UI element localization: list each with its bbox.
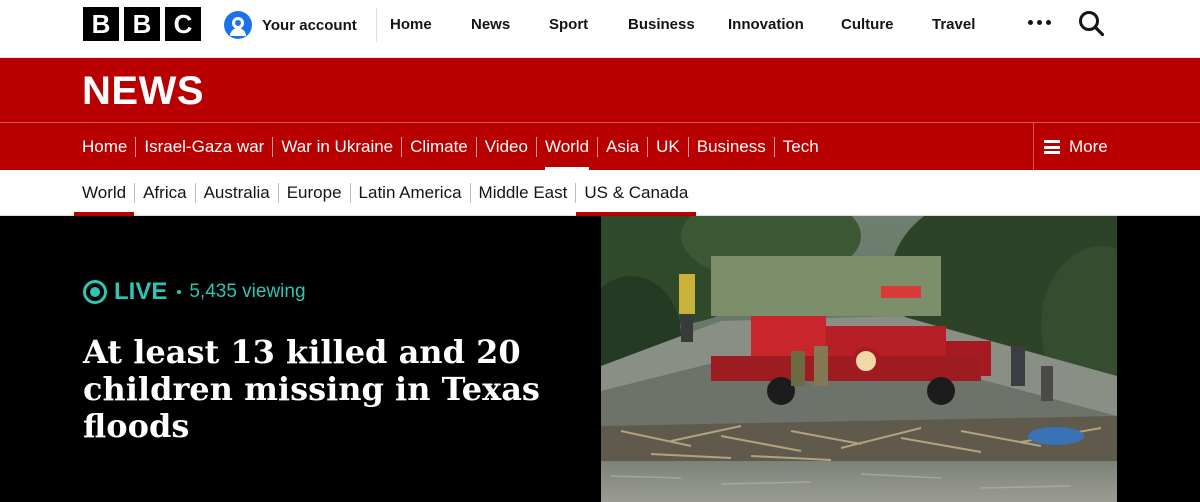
nav-item-israel-gaza-war[interactable]: Israel-Gaza war xyxy=(144,123,264,171)
topnav-label: Innovation xyxy=(728,15,804,33)
topnav-label: Business xyxy=(628,15,695,33)
live-indicator: LIVE 5,435 viewing xyxy=(83,278,306,306)
topnav-label: News xyxy=(471,15,511,33)
hero-image[interactable] xyxy=(601,216,1117,502)
nav-item-asia[interactable]: Asia xyxy=(606,123,639,171)
nav-divider xyxy=(469,183,471,203)
subnav-item-us-canada[interactable]: US & Canada xyxy=(576,170,697,216)
nav-item-climate[interactable]: Climate xyxy=(410,123,468,171)
separator-dot xyxy=(177,290,182,294)
live-icon xyxy=(83,280,107,304)
flood-scene-image xyxy=(601,216,1117,502)
news-title[interactable]: NEWS xyxy=(82,71,204,111)
topnav-sport[interactable]: Sport xyxy=(549,0,588,48)
news-nav: Home Israel-Gaza war War in Ukraine Clim… xyxy=(0,122,1200,171)
nav-item-business[interactable]: Business xyxy=(697,123,766,171)
topnav-label: Travel xyxy=(932,15,976,33)
topnav-label: Home xyxy=(390,15,432,33)
nav-divider xyxy=(535,137,537,157)
topnav-label: Sport xyxy=(549,15,589,33)
topnav-innovation[interactable]: Innovation xyxy=(728,0,804,48)
more-menu-icon[interactable] xyxy=(1028,20,1051,25)
nav-item-home[interactable]: Home xyxy=(82,123,127,171)
nav-divider xyxy=(475,137,477,157)
nav-divider xyxy=(349,183,351,203)
topnav-travel[interactable]: Travel xyxy=(932,0,975,48)
topnav-business[interactable]: Business xyxy=(628,0,695,48)
account-icon xyxy=(224,11,252,39)
topnav-label: Culture xyxy=(841,15,894,33)
bbc-logo-letter: B xyxy=(83,7,119,41)
your-account-link[interactable]: Your account xyxy=(224,10,357,40)
bbc-logo[interactable]: B B C xyxy=(83,7,201,41)
news-masthead: NEWS xyxy=(0,58,1200,122)
subnav-item-australia[interactable]: Australia xyxy=(204,170,270,216)
nav-divider xyxy=(272,137,274,157)
nav-divider xyxy=(135,137,137,157)
hero-story[interactable]: LIVE 5,435 viewing At least 13 killed an… xyxy=(0,216,1200,502)
nav-item-war-in-ukraine[interactable]: War in Ukraine xyxy=(281,123,393,171)
more-button[interactable]: More xyxy=(1033,123,1200,171)
nav-divider xyxy=(277,183,279,203)
nav-item-world[interactable]: World xyxy=(544,123,590,171)
bbc-logo-letter: C xyxy=(165,7,201,41)
topnav-news[interactable]: News xyxy=(471,0,510,48)
nav-divider xyxy=(194,183,196,203)
topnav-culture[interactable]: Culture xyxy=(841,0,894,48)
hamburger-icon xyxy=(1044,140,1060,154)
nav-divider xyxy=(575,183,577,203)
nav-divider xyxy=(401,137,403,157)
nav-item-tech[interactable]: Tech xyxy=(783,123,819,171)
nav-divider xyxy=(687,137,689,157)
subnav-item-middle-east[interactable]: Middle East xyxy=(479,170,568,216)
nav-item-video[interactable]: Video xyxy=(485,123,528,171)
nav-divider xyxy=(134,183,136,203)
subnav-item-world[interactable]: World xyxy=(73,170,135,216)
subnav-item-africa[interactable]: Africa xyxy=(143,170,186,216)
viewer-count: 5,435 viewing xyxy=(189,281,306,302)
subnav-item-latin-america[interactable]: Latin America xyxy=(359,170,462,216)
nav-divider xyxy=(773,137,775,157)
nav-divider xyxy=(647,137,649,157)
account-label: Your account xyxy=(262,16,357,34)
global-header: B B C Your account Home News Sport Busin… xyxy=(0,0,1200,58)
nav-item-uk[interactable]: UK xyxy=(656,123,680,171)
bbc-logo-letter: B xyxy=(124,7,160,41)
nav-divider xyxy=(597,137,599,157)
topnav-home[interactable]: Home xyxy=(390,0,432,48)
world-subnav: World Africa Australia Europe Latin Amer… xyxy=(0,170,1200,216)
search-icon[interactable] xyxy=(1078,10,1104,36)
subnav-item-europe[interactable]: Europe xyxy=(287,170,342,216)
live-label: LIVE xyxy=(114,278,168,305)
more-label: More xyxy=(1069,137,1108,156)
headline[interactable]: At least 13 killed and 20 children missi… xyxy=(83,334,553,445)
divider xyxy=(376,8,377,42)
